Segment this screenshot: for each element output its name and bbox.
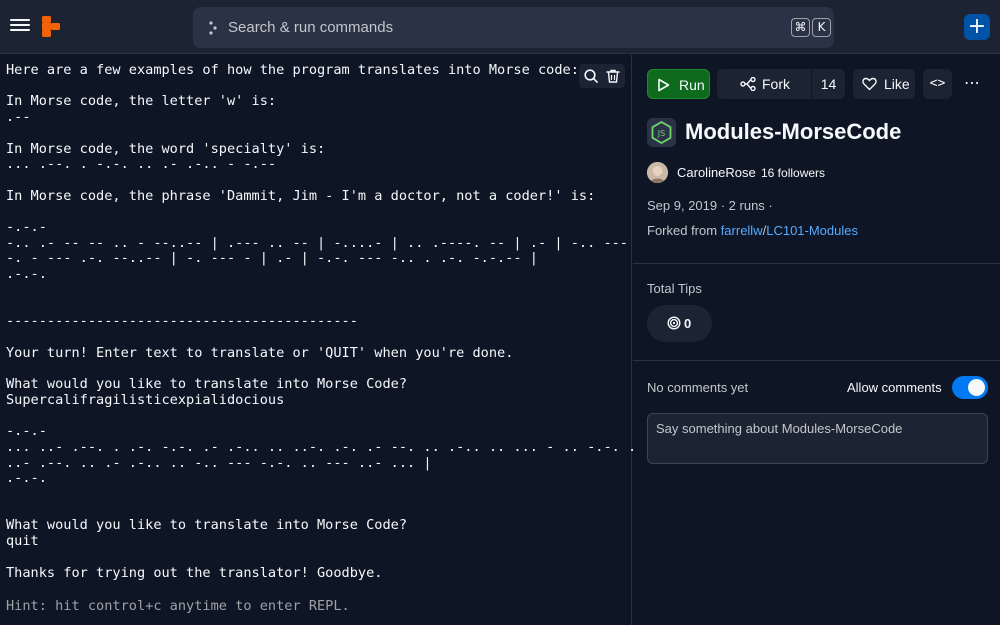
fork-icon — [740, 77, 756, 91]
allow-comments-label: Allow comments — [847, 380, 942, 395]
toggle-knob — [968, 379, 985, 396]
console-pane[interactable]: Here are a few examples of how the progr… — [0, 55, 653, 625]
console-hint: Hint: hit control+c anytime to enter REP… — [6, 598, 350, 614]
tip-spiral-icon — [667, 316, 681, 330]
shortcut-cmd-key: ⌘ — [791, 18, 810, 37]
console-toolbar — [579, 64, 625, 88]
run-button[interactable]: Run — [647, 69, 710, 99]
heart-icon — [862, 77, 877, 91]
console-output: Here are a few examples of how the progr… — [6, 62, 653, 581]
divider — [633, 263, 1000, 264]
more-icon[interactable]: ⋯ — [960, 69, 984, 99]
fork-button[interactable]: Fork — [717, 69, 811, 99]
code-icon[interactable]: <> — [923, 69, 952, 99]
run-label: Run — [679, 77, 705, 93]
menu-icon[interactable] — [10, 16, 30, 36]
replit-logo-icon[interactable] — [40, 16, 62, 38]
nodejs-icon: JS — [647, 118, 676, 147]
repl-title: Modules-MorseCode — [685, 119, 902, 144]
svg-text:JS: JS — [657, 129, 665, 138]
tips-label: Total Tips — [647, 281, 702, 296]
shortcut-k-key: K — [812, 18, 831, 37]
command-search-bar[interactable]: Search & run commands ⌘ K — [193, 7, 834, 48]
forked-from: Forked from farrellw/LC101-Modules — [647, 223, 858, 238]
repl-info-panel: Run Fork 14 Like <> ⋯ JS Modules-MorseCo… — [633, 55, 1000, 625]
fork-count[interactable]: 14 — [812, 69, 845, 99]
command-dots-icon — [209, 21, 217, 35]
trash-icon[interactable] — [605, 68, 621, 84]
divider — [633, 360, 1000, 361]
search-icon[interactable] — [583, 68, 599, 84]
create-repl-button[interactable]: + — [964, 14, 990, 40]
allow-comments-toggle[interactable] — [952, 376, 988, 399]
forked-user-link[interactable]: farrellw — [721, 223, 763, 238]
play-icon — [658, 78, 670, 92]
tips-count: 0 — [684, 316, 692, 331]
fork-label: Fork — [762, 76, 790, 92]
avatar[interactable] — [647, 162, 668, 183]
no-comments-text: No comments yet — [647, 380, 749, 395]
top-bar: Search & run commands ⌘ K + — [0, 0, 1000, 54]
tip-button[interactable]: 0 — [647, 305, 712, 342]
repl-meta: Sep 9, 2019 · 2 runs · — [647, 198, 773, 213]
like-label: Like — [884, 76, 910, 92]
search-placeholder: Search & run commands — [228, 19, 394, 36]
followers-count: 16 followers — [761, 166, 826, 180]
author-link[interactable]: CarolineRose — [677, 165, 756, 180]
comment-input[interactable] — [647, 413, 988, 464]
forked-repl-link[interactable]: LC101-Modules — [766, 223, 858, 238]
like-button[interactable]: Like — [853, 69, 915, 99]
forked-prefix: Forked from — [647, 223, 721, 238]
